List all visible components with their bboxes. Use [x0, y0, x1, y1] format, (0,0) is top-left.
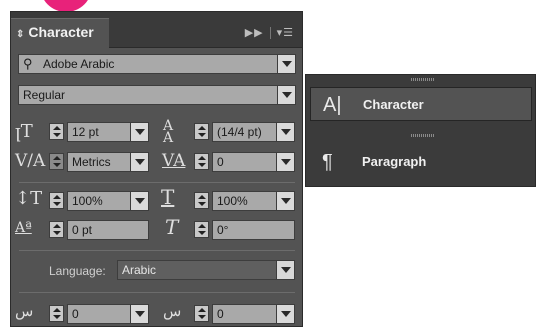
- baseline-shift-stepper[interactable]: [49, 221, 64, 238]
- header-icons: ▶▶ ▾☰: [245, 26, 294, 39]
- font-style-value: Regular: [23, 88, 66, 102]
- horizontal-scale-stepper[interactable]: [194, 192, 209, 209]
- dock-item-label: Paragraph: [362, 154, 427, 169]
- baseline-shift-value: 0 pt: [72, 223, 93, 237]
- expand-icon[interactable]: ▶▶: [245, 26, 264, 39]
- chevron-down-icon[interactable]: [130, 305, 148, 323]
- leading-value: (14/4 pt): [217, 125, 262, 139]
- tracking-stepper[interactable]: [194, 153, 209, 170]
- kerning-stepper[interactable]: [49, 153, 64, 170]
- vertical-scale-stepper[interactable]: [49, 192, 64, 209]
- language-value: Arabic: [122, 263, 157, 277]
- chevron-down-icon[interactable]: [130, 192, 148, 210]
- language-select[interactable]: Arabic: [117, 260, 295, 280]
- bottom-right-value: 0: [217, 307, 224, 321]
- chevron-down-icon[interactable]: [276, 153, 294, 171]
- arabic-kashida-icon: ﺱ: [15, 302, 34, 320]
- tracking-icon: VA: [162, 151, 186, 171]
- font-size-stepper[interactable]: [49, 123, 64, 140]
- font-size-value: 12 pt: [72, 125, 99, 139]
- horizontal-scale-field[interactable]: 100%: [212, 191, 295, 211]
- language-label: Language:: [49, 264, 106, 278]
- baseline-shift-field[interactable]: 0 pt: [67, 220, 149, 240]
- leading-stepper[interactable]: [194, 123, 209, 140]
- chevron-down-icon[interactable]: [276, 123, 294, 141]
- vertical-scale-field[interactable]: 100%: [67, 191, 149, 211]
- baseline-shift-icon: Aª: [15, 220, 32, 236]
- search-icon: ⚲: [23, 56, 33, 71]
- vertical-scale-value: 100%: [72, 194, 103, 208]
- skew-field[interactable]: 0°: [212, 220, 295, 240]
- divider: [19, 250, 295, 251]
- arabic-diacritic-icon: ﺱ: [163, 302, 182, 320]
- chevron-down-icon[interactable]: [276, 192, 294, 210]
- leading-field[interactable]: (14/4 pt): [212, 122, 295, 142]
- drag-grip[interactable]: [411, 78, 435, 81]
- collapsed-panel-dock: A| Character ¶ Paragraph: [305, 74, 536, 187]
- character-panel: ⇕ Character ▶▶ ▾☰ ⚲ Adobe Arabic Regular ꞁ…: [10, 11, 303, 327]
- font-size-field[interactable]: 12 pt: [67, 122, 149, 142]
- vertical-scale-icon: ↕T: [15, 188, 43, 209]
- chevron-down-icon[interactable]: [130, 153, 148, 171]
- leading-icon: AA: [163, 118, 174, 146]
- panel-menu-icon[interactable]: ▾☰: [277, 26, 294, 39]
- kerning-select[interactable]: Metrics: [67, 152, 149, 172]
- tracking-field[interactable]: 0: [212, 152, 295, 172]
- chevron-down-icon[interactable]: [277, 55, 295, 73]
- horizontal-scale-icon: T: [161, 185, 175, 209]
- divider: [19, 292, 295, 293]
- skew-value: 0°: [217, 223, 229, 237]
- chevron-down-icon[interactable]: [277, 86, 295, 104]
- collapse-arrows-icon[interactable]: ⇕: [16, 29, 24, 40]
- kerning-icon: V/A: [15, 151, 46, 171]
- character-icon: A|: [323, 94, 342, 116]
- tab-character[interactable]: ⇕ Character: [11, 18, 109, 48]
- tracking-value: 0: [217, 155, 224, 169]
- bottom-left-field[interactable]: 0: [67, 304, 149, 324]
- panel-header: ⇕ Character ▶▶ ▾☰: [11, 12, 302, 48]
- chevron-down-icon[interactable]: [130, 123, 148, 141]
- skew-icon: T: [165, 215, 179, 239]
- font-family-value: Adobe Arabic: [43, 57, 115, 71]
- font-style-select[interactable]: Regular: [18, 85, 296, 105]
- divider: [19, 182, 295, 183]
- paragraph-icon: ¶: [322, 151, 333, 173]
- bottom-left-stepper[interactable]: [49, 305, 64, 322]
- kerning-value: Metrics: [72, 155, 111, 169]
- tab-title: Character: [28, 24, 94, 40]
- chevron-down-icon[interactable]: [276, 305, 294, 323]
- bottom-left-value: 0: [72, 307, 79, 321]
- font-size-icon: ꞁT: [15, 121, 33, 142]
- bottom-right-field[interactable]: 0: [212, 304, 295, 324]
- skew-stepper[interactable]: [194, 221, 209, 238]
- dock-item-label: Character: [363, 97, 424, 112]
- bottom-right-stepper[interactable]: [194, 305, 209, 322]
- chevron-down-icon[interactable]: [276, 261, 294, 279]
- drag-grip[interactable]: [411, 134, 435, 137]
- dock-item-character[interactable]: A| Character: [310, 87, 532, 121]
- horizontal-scale-value: 100%: [217, 194, 248, 208]
- dock-item-paragraph[interactable]: ¶ Paragraph: [310, 145, 532, 179]
- font-family-select[interactable]: ⚲ Adobe Arabic: [18, 54, 296, 74]
